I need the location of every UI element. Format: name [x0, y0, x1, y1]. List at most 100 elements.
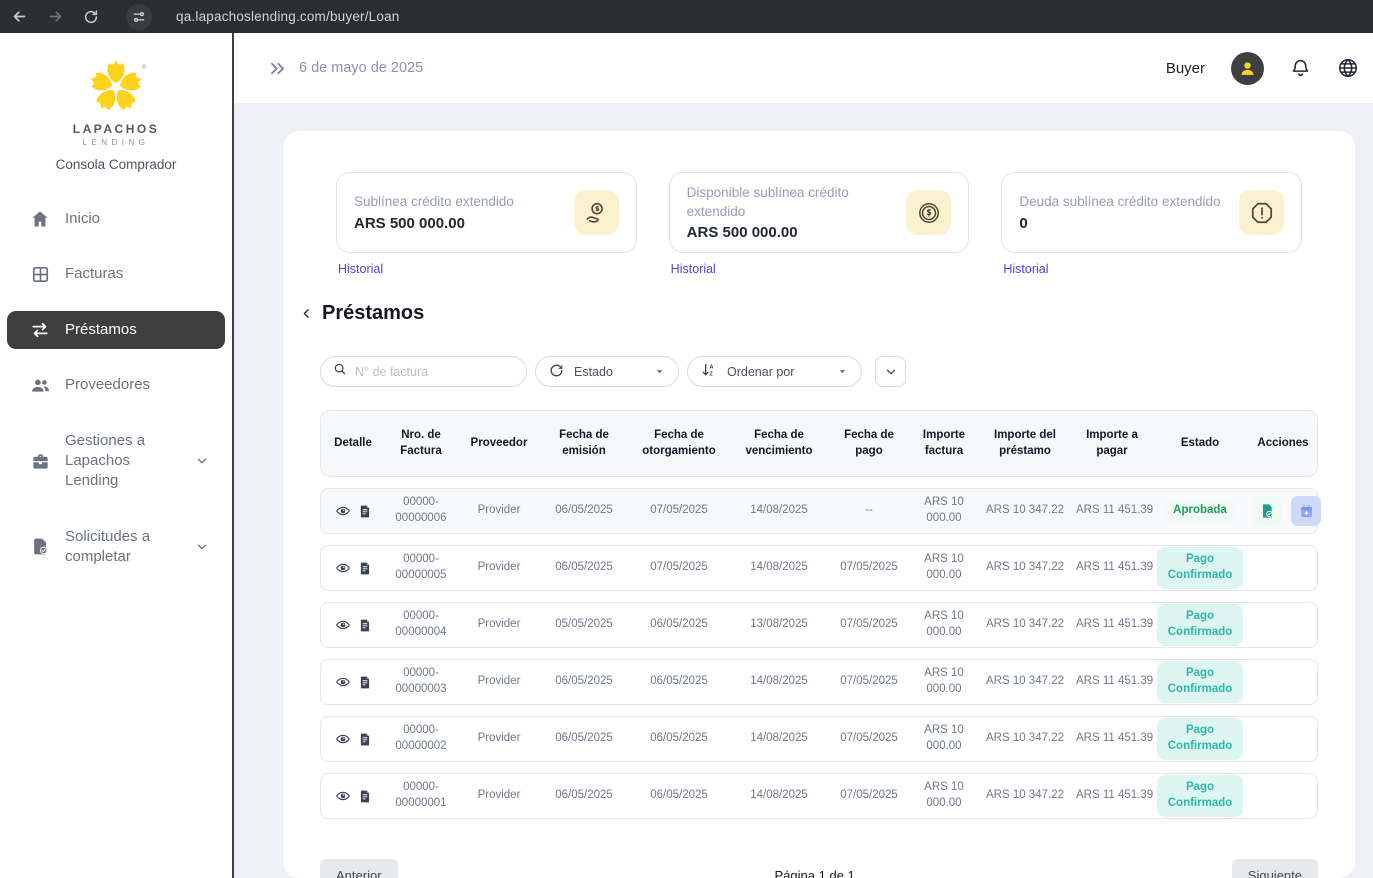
sidebar-item-gestiones[interactable]: Gestiones a Lapachos Lending — [7, 422, 225, 501]
back-chevron-icon[interactable] — [300, 305, 313, 322]
sidebar-item-solicitudes[interactable]: Solicitudes a completar — [7, 518, 225, 577]
search-icon — [333, 362, 347, 381]
payment-date: 07/05/2025 — [827, 788, 911, 804]
svg-text:A: A — [709, 365, 713, 371]
people-icon — [29, 375, 51, 396]
view-detail-eye-icon[interactable] — [335, 731, 351, 747]
grant-date: 06/05/2025 — [627, 617, 731, 633]
pagination: Anterior Página 1 de 1 Siguiente — [320, 859, 1318, 878]
card-value: ARS 500 000.00 — [687, 224, 897, 241]
summary-cards: Sublínea crédito extendido ARS 500 000.0… — [336, 172, 1302, 278]
invoice-amount: ARS 10 000.00 — [911, 780, 977, 811]
address-bar-url[interactable]: qa.lapachoslending.com/buyer/Loan — [176, 9, 400, 24]
grant-date: 07/05/2025 — [627, 503, 731, 519]
svg-text:Z: Z — [709, 371, 713, 377]
more-filters-button[interactable] — [875, 356, 906, 387]
sidebar-item-prestamos[interactable]: Préstamos — [7, 311, 225, 349]
sidebar-item-label: Solicitudes a completar — [65, 527, 181, 568]
historial-link[interactable]: Historial — [1003, 262, 1048, 276]
table-row: 00000-00000003 Provider 06/05/2025 06/05… — [320, 659, 1318, 705]
browser-back-icon[interactable] — [10, 8, 28, 26]
loan-amount: ARS 10 347.22 — [977, 674, 1073, 690]
invoice-receipt-icon[interactable] — [358, 618, 372, 633]
column-header: Detalle — [321, 436, 385, 452]
provider-name: Provider — [457, 731, 541, 747]
invoice-search — [320, 356, 527, 387]
notifications-bell-icon[interactable] — [1290, 58, 1311, 79]
sidebar-item-proveedores[interactable]: Proveedores — [7, 366, 225, 405]
topbar: 6 de mayo de 2025 Buyer — [234, 33, 1373, 103]
status-badge: Pago Confirmado — [1157, 661, 1243, 702]
historial-link[interactable]: Historial — [338, 262, 383, 276]
issue-date: 06/05/2025 — [541, 731, 627, 747]
payment-date: -- — [827, 503, 911, 519]
chevron-down-icon — [884, 365, 898, 379]
invoice-receipt-icon[interactable] — [358, 732, 372, 747]
sidebar-collapse-icon[interactable] — [268, 59, 287, 78]
column-header: Importe del préstamo — [977, 428, 1073, 459]
invoice-receipt-icon[interactable] — [358, 561, 372, 576]
language-globe-icon[interactable] — [1337, 57, 1359, 79]
status-badge: Pago Confirmado — [1157, 775, 1243, 816]
ordenar-filter-button[interactable]: AZ Ordenar por — [687, 356, 862, 387]
loan-amount: ARS 10 347.22 — [977, 560, 1073, 576]
table-row: 00000-00000004 Provider 05/05/2025 06/05… — [320, 602, 1318, 648]
invoice-search-input[interactable] — [355, 365, 516, 379]
view-detail-eye-icon[interactable] — [335, 617, 351, 633]
ordenar-filter-label: Ordenar por — [727, 365, 794, 379]
sidebar-item-label: Gestiones a Lapachos Lending — [65, 431, 181, 492]
page-indicator: Página 1 de 1 — [398, 868, 1232, 878]
view-detail-eye-icon[interactable] — [335, 560, 351, 576]
payment-date: 07/05/2025 — [827, 674, 911, 690]
site-settings-icon[interactable] — [126, 4, 152, 30]
payment-date: 07/05/2025 — [827, 617, 911, 633]
payment-date: 07/05/2025 — [827, 731, 911, 747]
browser-refresh-icon[interactable] — [82, 8, 100, 26]
invoice-number: 00000-00000004 — [385, 609, 457, 640]
estado-filter-label: Estado — [574, 365, 613, 379]
historial-link[interactable]: Historial — [671, 262, 716, 276]
browser-forward-icon[interactable] — [46, 8, 64, 26]
invoice-receipt-icon[interactable] — [358, 789, 372, 804]
coin-icon — [906, 190, 951, 235]
column-header: Acciones — [1249, 436, 1317, 452]
column-header: Fecha de emisión — [541, 428, 627, 459]
current-date: 6 de mayo de 2025 — [299, 60, 423, 76]
invoice-receipt-icon[interactable] — [358, 675, 372, 690]
alert-octagon-icon — [1239, 190, 1284, 235]
view-detail-eye-icon[interactable] — [335, 503, 351, 519]
view-detail-eye-icon[interactable] — [335, 788, 351, 804]
schedule-payment-calendar-icon[interactable] — [1291, 496, 1321, 526]
grid-icon — [29, 265, 51, 284]
loans-panel: Sublínea crédito extendido ARS 500 000.0… — [283, 131, 1355, 878]
grant-date: 06/05/2025 — [627, 674, 731, 690]
card-deuda-sublinea: Deuda sublínea crédito extendido 0 — [1001, 172, 1302, 253]
console-label: Consola Comprador — [0, 157, 232, 172]
provider-name: Provider — [457, 503, 541, 519]
card-value: ARS 500 000.00 — [354, 215, 514, 232]
next-page-button[interactable]: Siguiente — [1232, 859, 1318, 878]
chevron-down-icon — [195, 540, 209, 554]
estado-filter-button[interactable]: Estado — [535, 356, 679, 387]
user-avatar[interactable] — [1231, 52, 1264, 85]
card-title: Sublínea crédito extendido — [354, 193, 514, 211]
provider-name: Provider — [457, 560, 541, 576]
table-header: DetalleNro. de FacturaProveedorFecha de … — [320, 410, 1318, 477]
home-icon — [29, 209, 51, 229]
column-header: Importe a pagar — [1073, 428, 1151, 459]
chevron-down-icon — [837, 366, 848, 377]
sort-az-icon: AZ — [701, 362, 717, 381]
card-disponible-sublinea: Disponible sublínea crédito extendido AR… — [669, 172, 970, 253]
invoice-receipt-icon[interactable] — [358, 504, 372, 519]
invoice-number: 00000-00000005 — [385, 552, 457, 583]
sidebar-item-inicio[interactable]: Inicio — [7, 200, 225, 238]
previous-page-button[interactable]: Anterior — [320, 859, 398, 878]
grant-date: 07/05/2025 — [627, 560, 731, 576]
view-detail-eye-icon[interactable] — [335, 674, 351, 690]
payable-amount: ARS 11 451.39 — [1073, 560, 1151, 576]
issue-date: 06/05/2025 — [541, 674, 627, 690]
issue-date: 06/05/2025 — [541, 788, 627, 804]
status-badge: Pago Confirmado — [1157, 718, 1243, 759]
sidebar-item-facturas[interactable]: Facturas — [7, 255, 225, 293]
confirm-document-icon[interactable] — [1252, 496, 1282, 526]
